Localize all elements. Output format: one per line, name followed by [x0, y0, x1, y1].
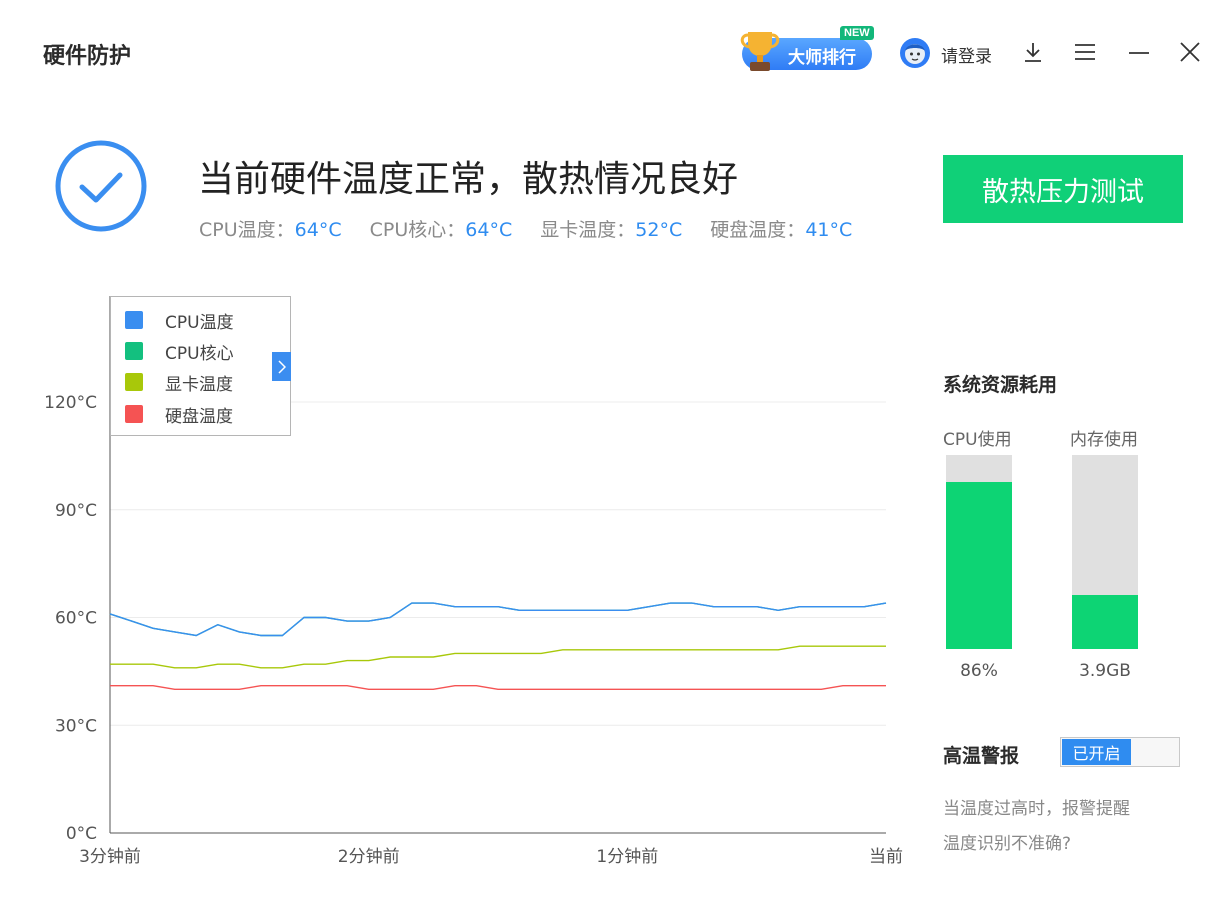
cpu-usage-fill — [946, 482, 1012, 649]
x-tick-label: 3分钟前 — [79, 847, 141, 867]
status-headline: 当前硬件温度正常，散热情况良好 — [198, 159, 739, 200]
close-icon[interactable] — [1178, 40, 1202, 64]
new-badge: NEW — [840, 26, 874, 40]
cpu-temp-label: CPU温度： — [199, 219, 295, 241]
cpu-core-label: CPU核心： — [369, 219, 466, 241]
legend-label-disk-temp: 硬盘温度 — [165, 406, 233, 427]
x-tick-label: 当前 — [869, 847, 903, 867]
y-tick-label: 60°C — [55, 609, 97, 629]
legend-swatch-cpu-core — [125, 342, 143, 360]
gpu-temp-item: 显卡温度：52°C — [540, 219, 682, 241]
menu-icon[interactable] — [1073, 40, 1097, 64]
legend-swatch-gpu-temp — [125, 373, 143, 391]
master-ranking-button[interactable]: 大师排行 NEW — [738, 26, 880, 76]
legend-label-cpu-temp: CPU温度 — [165, 312, 234, 333]
gpu-temp-value: 52°C — [635, 219, 683, 241]
trophy-icon — [740, 32, 780, 71]
download-icon[interactable] — [1021, 40, 1045, 64]
y-tick-label: 120°C — [44, 393, 97, 413]
y-tick-label: 30°C — [55, 716, 97, 736]
series-line — [110, 645, 886, 669]
avatar-icon[interactable] — [900, 38, 930, 68]
chart-legend: CPU温度 CPU核心 显卡温度 硬盘温度 — [110, 296, 291, 436]
legend-collapse-icon[interactable] — [272, 352, 291, 381]
legend-item-gpu-temp[interactable]: 显卡温度 — [125, 372, 233, 395]
alarm-hint: 当温度过高时，报警提醒 — [943, 799, 1130, 819]
stress-test-button[interactable]: 散热压力测试 — [943, 155, 1183, 223]
ranking-label: 大师排行 — [788, 48, 856, 68]
disk-temp-value: 41°C — [805, 219, 853, 241]
memory-usage-label: 内存使用 — [1070, 430, 1138, 450]
temperature-accuracy-link[interactable]: 温度识别不准确? — [943, 829, 1071, 854]
series-line — [110, 685, 886, 690]
memory-usage-value: 3.9GB — [1079, 661, 1131, 681]
gpu-temp-label: 显卡温度： — [540, 219, 636, 241]
legend-label-gpu-temp: 显卡温度 — [165, 374, 233, 395]
app-title: 硬件防护 — [43, 44, 132, 69]
legend-item-cpu-temp[interactable]: CPU温度 — [125, 310, 234, 333]
disk-temp-item: 硬盘温度：41°C — [710, 219, 852, 241]
temperature-summary: CPU温度：64°C CPU核心：64°C 显卡温度：52°C 硬盘温度：41°… — [199, 215, 874, 242]
cpu-usage-label: CPU使用 — [943, 430, 1012, 450]
cpu-usage-value: 86% — [960, 661, 998, 681]
series-line — [109, 602, 887, 637]
x-tick-label: 2分钟前 — [338, 847, 400, 867]
status-ok-icon — [55, 140, 147, 232]
legend-item-cpu-core[interactable]: CPU核心 — [125, 341, 234, 364]
legend-swatch-disk-temp — [125, 405, 143, 423]
cpu-temp-item: CPU温度：64°C — [199, 219, 342, 241]
alarm-toggle-label: 已开启 — [1062, 739, 1131, 765]
chevron-right-icon — [277, 359, 286, 374]
y-tick-label: 90°C — [55, 501, 97, 521]
y-tick-label: 0°C — [66, 824, 97, 844]
series-line — [109, 602, 887, 637]
x-tick-label: 1分钟前 — [596, 847, 658, 867]
resources-title: 系统资源耗用 — [943, 374, 1058, 396]
login-link[interactable]: 请登录 — [941, 42, 992, 67]
memory-usage-fill — [1072, 594, 1138, 649]
disk-temp-label: 硬盘温度： — [710, 219, 806, 241]
cpu-usage-bar — [946, 455, 1012, 649]
legend-item-disk-temp[interactable]: 硬盘温度 — [125, 404, 233, 427]
cpu-core-value: 64°C — [465, 219, 513, 241]
cpu-temp-value: 64°C — [294, 219, 342, 241]
alarm-title: 高温警报 — [943, 745, 1020, 767]
memory-usage-bar — [1072, 455, 1138, 649]
legend-label-cpu-core: CPU核心 — [165, 343, 234, 364]
minimize-icon[interactable] — [1127, 40, 1151, 64]
cpu-core-item: CPU核心：64°C — [370, 219, 513, 241]
legend-swatch-cpu-temp — [125, 311, 143, 329]
alarm-toggle[interactable]: 已开启 — [1060, 737, 1180, 767]
